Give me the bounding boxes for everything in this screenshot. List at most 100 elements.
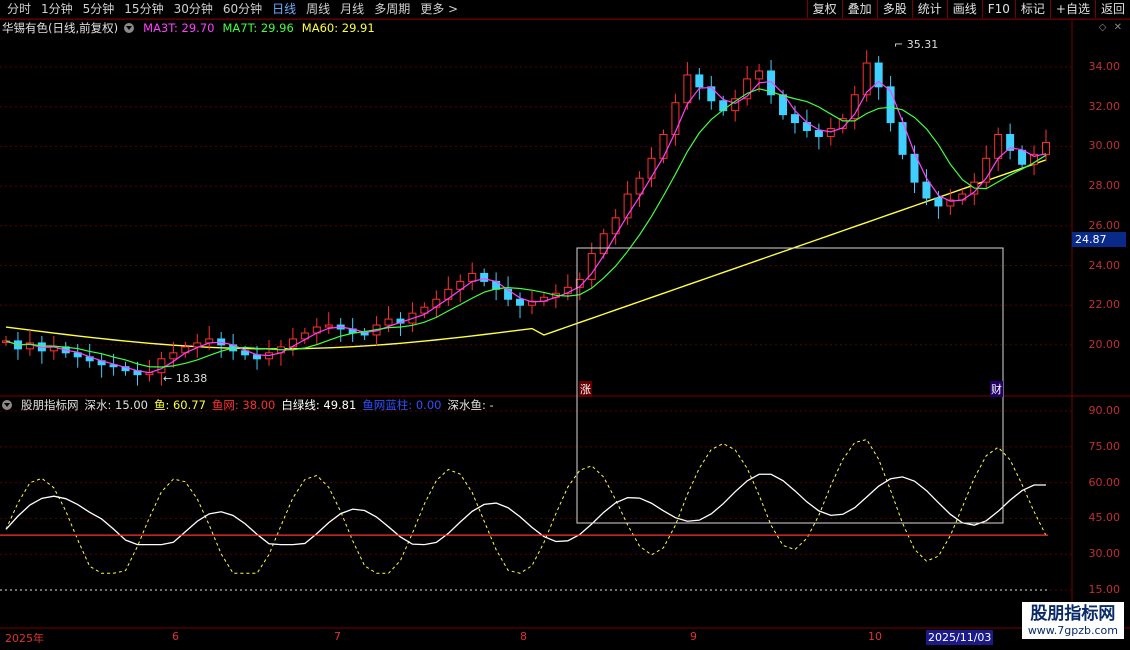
candle-body <box>671 102 680 135</box>
ma-short-lines <box>5 80 1047 374</box>
tab-period-7[interactable]: 周线 <box>301 2 335 17</box>
indicator-value-1: 鱼: 60.77 <box>153 398 206 412</box>
tab-period-6[interactable]: 日线 <box>267 2 301 17</box>
candlesticks <box>2 50 1050 386</box>
tab-period-0[interactable]: 分时 <box>2 2 36 17</box>
toolbar-button-3[interactable]: 统计 <box>911 0 947 18</box>
candle-body <box>527 300 536 306</box>
candle-body <box>599 233 608 255</box>
candle-body <box>898 122 907 155</box>
candle-body <box>575 278 584 288</box>
candle-body <box>384 318 393 326</box>
ma7-line <box>5 88 1047 368</box>
tab-period-1[interactable]: 1分钟 <box>36 2 78 17</box>
selection-box <box>576 247 1004 524</box>
indicator-value-0: 深水: 15.00 <box>84 398 148 412</box>
tab-period-5[interactable]: 60分钟 <box>218 2 267 17</box>
close-icon[interactable]: ✕ <box>1114 22 1122 33</box>
tab-period-2[interactable]: 5分钟 <box>78 2 120 17</box>
ma60-curve <box>5 159 1047 350</box>
date-tick: 8 <box>520 630 527 643</box>
diamond-icon[interactable]: ◇ <box>1099 22 1107 33</box>
candle-body <box>205 338 214 344</box>
fin-marker: 财 <box>990 381 1003 397</box>
candle-body <box>695 74 704 88</box>
indicator-value-4: 鱼网蓝柱: 0.00 <box>362 398 442 412</box>
corner-icons: ◇ ✕ <box>1099 22 1122 33</box>
candle-body <box>181 346 190 354</box>
price-tick: 20.00 <box>1088 337 1121 351</box>
candle-body <box>635 177 644 195</box>
date-tick: 2025年 <box>5 632 44 645</box>
tab-period-3[interactable]: 15分钟 <box>119 2 168 17</box>
period-toolbar: 分时 1分钟 5分钟 15分钟 30分钟 60分钟 日线 周线 月线 多周期 更多 > 复权 叠加 多股… <box>0 0 1130 20</box>
tab-period-8[interactable]: 月线 <box>335 2 369 17</box>
indicator-value-5: 深水鱼: - <box>447 398 494 412</box>
candle-body <box>456 280 465 290</box>
stock-name[interactable]: 华锡有色(日线,前复权) <box>2 21 118 36</box>
toolbar-button-5[interactable]: F10 <box>981 0 1015 18</box>
ma-label-1: MA7T: 29.96 <box>222 21 294 35</box>
candle-body <box>504 288 513 300</box>
arrow-icon: ← <box>163 372 176 385</box>
candle-body <box>934 197 943 207</box>
indicator-tick: 30.00 <box>1088 547 1121 561</box>
action-buttons: 复权 叠加 多股 统计 画线 F10 标记 +自选 返回 <box>806 0 1130 18</box>
candle-body <box>37 342 46 352</box>
toolbar-button-8[interactable]: 返回 <box>1094 0 1130 18</box>
candle-body <box>169 352 178 360</box>
toolbar-button-7[interactable]: +自选 <box>1049 0 1095 18</box>
candle-body <box>109 364 118 368</box>
rise-marker: 涨 <box>579 381 592 397</box>
watermark: 股朋指标网 www.7gpzb.com <box>1021 602 1124 639</box>
candle-body <box>743 78 752 100</box>
price-tick: 30.00 <box>1088 139 1121 153</box>
candle-body <box>874 62 883 88</box>
candle-body <box>217 338 226 346</box>
candle-body <box>480 272 489 282</box>
chevron-down-icon[interactable] <box>2 400 12 410</box>
toolbar-button-6[interactable]: 标记 <box>1014 0 1050 18</box>
price-tick: 32.00 <box>1088 99 1121 113</box>
candle-body <box>420 306 429 314</box>
candle-body <box>396 318 405 324</box>
candle-body <box>683 74 692 104</box>
candle-body <box>25 342 34 350</box>
candle-body <box>360 332 369 336</box>
indicator-value-3: 白绿线: 49.81 <box>281 398 357 412</box>
toolbar-button-4[interactable]: 画线 <box>946 0 982 18</box>
candle-body <box>241 350 250 356</box>
candle-body <box>970 181 979 195</box>
tab-period-10[interactable]: 更多 > <box>415 2 463 17</box>
candle-body <box>133 370 142 376</box>
low-label: ← 18.38 <box>163 372 208 385</box>
candle-body <box>253 354 262 360</box>
candle-body <box>850 94 859 120</box>
candle-body <box>157 358 166 374</box>
tab-period-4[interactable]: 30分钟 <box>169 2 218 17</box>
ma60-line <box>5 159 1047 350</box>
toolbar-button-1[interactable]: 叠加 <box>841 0 877 18</box>
candle-body <box>802 122 811 132</box>
indicator-tick: 60.00 <box>1088 475 1121 489</box>
stock-chart[interactable] <box>0 0 1130 650</box>
candle-body <box>886 86 895 124</box>
toolbar-button-2[interactable]: 多股 <box>876 0 912 18</box>
indicator-tick: 45.00 <box>1088 511 1121 525</box>
tab-period-9[interactable]: 多周期 <box>369 2 415 17</box>
price-tick: 34.00 <box>1088 60 1121 73</box>
watermark-url: www.7gpzb.com <box>1027 624 1118 637</box>
grid-lines <box>0 18 1130 629</box>
candle-body <box>61 346 70 354</box>
candle-body <box>49 346 58 352</box>
indicator-name[interactable]: 股朋指标网 <box>21 398 79 413</box>
main-chart-legend: 华锡有色(日线,前复权) MA3T: 29.70 MA7T: 29.96 MA60:… <box>2 21 375 36</box>
candle-body <box>264 352 273 360</box>
candle-body <box>1030 153 1039 165</box>
chevron-down-icon[interactable] <box>124 23 135 33</box>
toolbar-button-0[interactable]: 复权 <box>806 0 842 18</box>
current-price-tag: 24.87 <box>1072 232 1126 247</box>
candle-body <box>767 70 776 96</box>
candle-body <box>13 340 22 350</box>
ma-label-0: MA3T: 29.70 <box>143 21 215 35</box>
